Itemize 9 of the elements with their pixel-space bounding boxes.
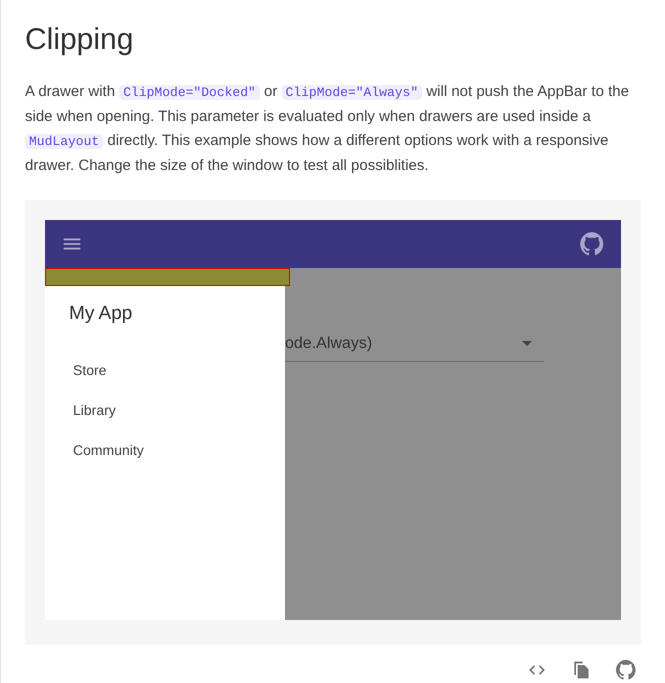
github-icon[interactable] <box>579 231 605 257</box>
nav-link[interactable]: Library <box>45 390 285 430</box>
page-title: Clipping <box>25 22 134 58</box>
nav-link[interactable]: Community <box>45 430 285 470</box>
nav-link[interactable]: Store <box>45 350 285 390</box>
dropdown-caret-icon <box>522 341 532 346</box>
drawer-title: My App <box>68 302 134 326</box>
github-icon[interactable] <box>615 659 637 681</box>
description-paragraph: A drawer with ClipMode="Docked" or ClipMode="Always" will not push the AppBar to the side when opening. This parameter is evaluated only when drawers are used inside a MudLayout directly. This example shows how a different options work with a responsive drawer. Change the size of the window to test all possiblities. <box>25 82 630 176</box>
